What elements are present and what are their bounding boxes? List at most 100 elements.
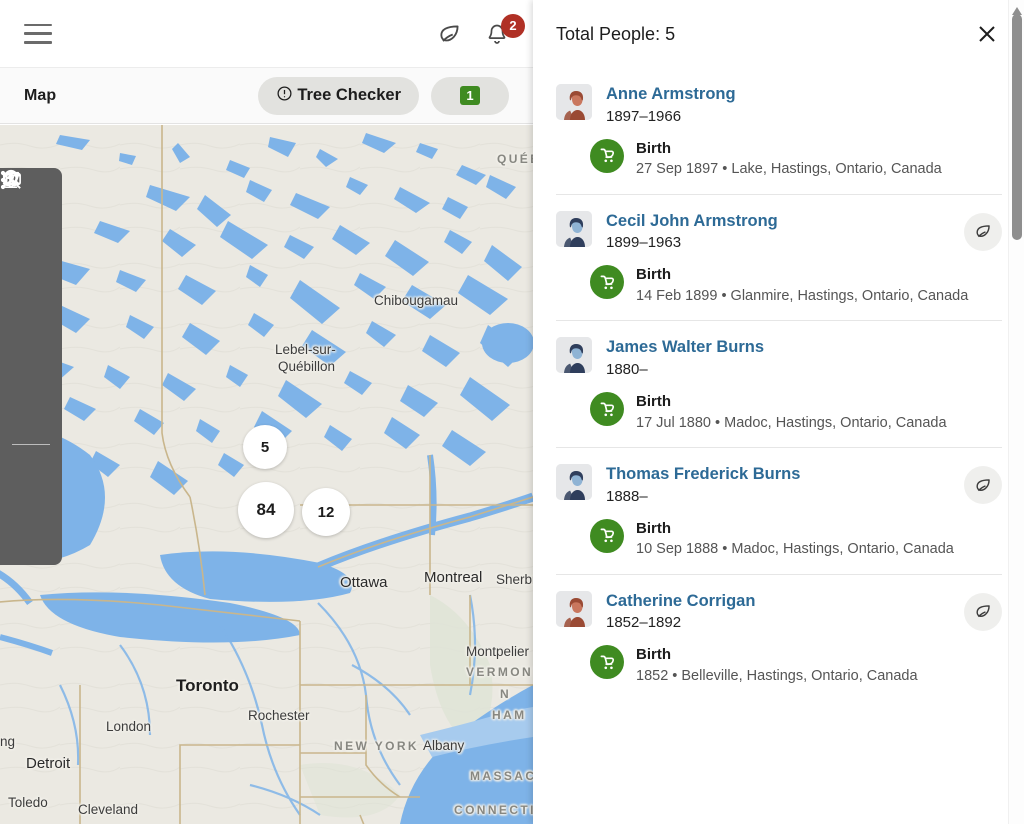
map-toolbar [0, 168, 62, 565]
alert-circle-icon [276, 85, 293, 107]
event-detail: 27 Sep 1897 • Lake, Hastings, Ontario, C… [636, 161, 942, 178]
event-text: Birth 17 Jul 1880 • Madoc, Hastings, Onta… [636, 392, 947, 433]
person-header: Cecil John Armstrong 1899–1963 [556, 210, 1002, 252]
event-detail: 17 Jul 1880 • Madoc, Hastings, Ontario, … [636, 414, 947, 431]
event-text: Birth 14 Feb 1899 • Glanmire, Hastings, O… [636, 265, 968, 306]
avatar-illustration [556, 590, 592, 627]
sub-bar: Map Tree Checker 1 [0, 68, 533, 124]
person-event: Birth 27 Sep 1897 • Lake, Hastings, Ontar… [590, 138, 1002, 180]
avatar-illustration [556, 464, 592, 501]
avatar[interactable] [556, 590, 592, 627]
event-detail: 10 Sep 1888 • Madoc, Hastings, Ontario, … [636, 541, 954, 558]
person-lifespan: 1899–1963 [606, 234, 682, 252]
bell-icon[interactable]: 2 [485, 13, 525, 46]
event-detail: 1852 • Belleville, Hastings, Ontario, Ca… [636, 667, 918, 684]
person-lifespan: 1880– [606, 361, 648, 378]
map-cluster-marker[interactable]: 5 [243, 425, 287, 469]
avatar[interactable] [556, 84, 592, 120]
total-people-label: Total People: 5 [556, 23, 676, 44]
event-title: Birth [636, 139, 671, 157]
people-panel: Total People: 5 Anne Armstrong 1897–1966 … [533, 0, 1024, 824]
event-title: Birth [636, 646, 671, 664]
scroll-thumb[interactable] [1012, 14, 1022, 240]
event-text: Birth 10 Sep 1888 • Madoc, Hastings, Onta… [636, 519, 954, 560]
hamburger-menu-icon[interactable] [24, 23, 52, 44]
person-meta: James Walter Burns 1880– [606, 337, 764, 378]
top-bar-actions: 2 [437, 13, 525, 47]
person-list-item[interactable]: James Walter Burns 1880– Birth 17 Jul 1880… [556, 320, 1002, 447]
notification-badge: 2 [501, 13, 525, 38]
page-scrollbar[interactable] [1008, 0, 1024, 824]
person-list-item[interactable]: Catherine Corrigan 1852–1892 Birth 1852 • … [556, 573, 1002, 701]
tree-checker-label: Tree Checker [297, 86, 401, 104]
person-lifespan: 1897–1966 [606, 107, 682, 125]
hints-count-chip: 1 [460, 85, 480, 106]
photos-icon[interactable] [3, 172, 46, 268]
zoom-out-icon[interactable] [2, 170, 46, 547]
app-root: 2 Map Tree Checker 1 QUÉ Chibougamau Leb… [0, 0, 1024, 824]
toolbar-divider [12, 444, 50, 445]
person-name-link[interactable]: Anne Armstrong [606, 84, 736, 105]
leaf-hint-icon[interactable] [964, 212, 1002, 251]
person-meta: Cecil John Armstrong 1899–1963 [606, 211, 778, 252]
leaf-hint-icon[interactable] [964, 466, 1002, 505]
event-title: Birth [636, 393, 671, 410]
person-header: Anne Armstrong 1897–1966 [556, 84, 1002, 125]
person-event: Birth 1852 • Belleville, Hastings, Ontari… [590, 645, 1002, 686]
sub-bar-actions: Tree Checker 1 [258, 76, 509, 115]
map-graphics [0, 125, 533, 824]
person-name-link[interactable]: James Walter Burns [606, 337, 764, 358]
person-lifespan: 1888– [606, 487, 648, 505]
leaf-icon[interactable] [437, 21, 463, 47]
avatar[interactable] [556, 337, 592, 374]
tree-checker-button[interactable]: Tree Checker [258, 76, 419, 115]
sliders-icon[interactable] [2, 172, 46, 318]
people-list[interactable]: Anne Armstrong 1897–1966 Birth 27 Sep 1897… [533, 68, 1024, 824]
person-list-item[interactable]: Thomas Frederick Burns 1888– Birth 10 Sep … [556, 447, 1002, 574]
more-vertical-icon[interactable] [0, 170, 46, 418]
leaf-icon[interactable] [2, 171, 46, 368]
person-header: Thomas Frederick Burns 1888– [556, 464, 1002, 505]
event-title: Birth [636, 266, 671, 284]
person-meta: Catherine Corrigan 1852–1892 [606, 591, 755, 632]
person-event: Birth 14 Feb 1899 • Glanmire, Hastings, O… [590, 265, 1002, 306]
person-header: James Walter Burns 1880– [556, 337, 1002, 378]
person-name-link[interactable]: Cecil John Armstrong [606, 211, 778, 232]
birth-stroller-icon [590, 518, 624, 553]
panel-header: Total People: 5 [533, 0, 1024, 68]
person-name-link[interactable]: Catherine Corrigan [606, 591, 755, 612]
birth-stroller-icon [590, 392, 624, 426]
page-title: Map [24, 86, 57, 104]
top-bar: 2 [0, 0, 533, 68]
close-icon[interactable] [972, 19, 1002, 49]
person-event: Birth 10 Sep 1888 • Madoc, Hastings, Onta… [590, 518, 1002, 560]
birth-stroller-icon [590, 138, 624, 173]
map-canvas[interactable]: QUÉBECChibougamauLebel-sur-QuébillonOtta… [0, 125, 533, 824]
avatar-illustration [556, 84, 592, 120]
map-pin-icon[interactable] [3, 169, 46, 218]
person-header: Catherine Corrigan 1852–1892 [556, 590, 1002, 632]
map-cluster-marker[interactable]: 84 [238, 482, 294, 538]
person-meta: Anne Armstrong 1897–1966 [606, 84, 736, 125]
birth-stroller-icon [590, 265, 624, 300]
person-list-item[interactable]: Cecil John Armstrong 1899–1963 Birth 14 Fe… [556, 193, 1002, 321]
person-meta: Thomas Frederick Burns 1888– [606, 464, 800, 505]
zoom-in-icon[interactable] [2, 170, 46, 497]
person-list-item[interactable]: Anne Armstrong 1897–1966 Birth 27 Sep 1897… [556, 68, 1002, 194]
avatar-illustration [556, 337, 592, 374]
person-event: Birth 17 Jul 1880 • Madoc, Hastings, Onta… [590, 392, 1002, 433]
event-text: Birth 27 Sep 1897 • Lake, Hastings, Ontar… [636, 139, 942, 180]
person-lifespan: 1852–1892 [606, 614, 682, 632]
map-cluster-marker[interactable]: 12 [302, 488, 350, 536]
event-detail: 14 Feb 1899 • Glanmire, Hastings, Ontari… [636, 287, 969, 304]
hints-count-button[interactable]: 1 [431, 76, 509, 115]
birth-stroller-icon [590, 645, 624, 680]
leaf-hint-icon[interactable] [964, 592, 1002, 631]
event-title: Birth [636, 519, 671, 537]
map-pane: 2 Map Tree Checker 1 QUÉ Chibougamau Leb… [0, 0, 533, 824]
person-name-link[interactable]: Thomas Frederick Burns [606, 464, 800, 485]
event-text: Birth 1852 • Belleville, Hastings, Ontari… [636, 645, 918, 686]
avatar[interactable] [556, 464, 592, 501]
avatar[interactable] [556, 210, 592, 247]
avatar-illustration [556, 210, 592, 247]
